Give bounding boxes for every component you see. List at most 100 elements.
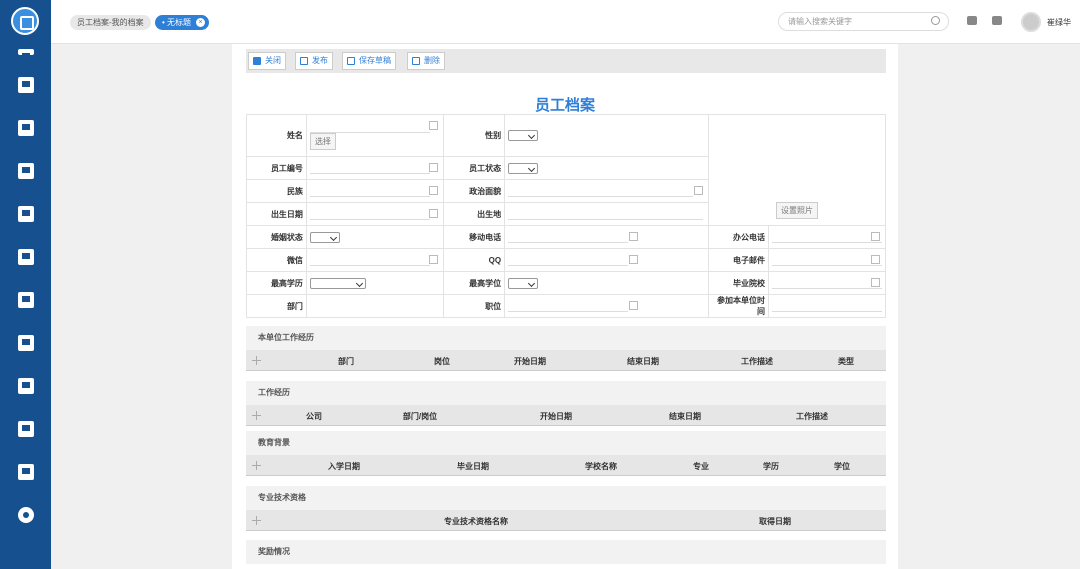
screen-icon[interactable] xyxy=(0,411,51,447)
user-settings-icon[interactable] xyxy=(0,196,51,232)
school-field[interactable] xyxy=(768,271,886,295)
emp-no-label: 员工编号 xyxy=(246,156,307,180)
birthplace-label: 出生地 xyxy=(442,202,506,226)
monitor-icon[interactable] xyxy=(0,239,51,275)
page-title: 员工档案 xyxy=(534,97,595,114)
save-icon xyxy=(347,57,355,65)
education-label: 最高学历 xyxy=(246,271,307,295)
table-header: 部门 岗位 开始日期 结束日期 工作描述 类型 xyxy=(246,350,886,371)
search-icon[interactable] xyxy=(931,16,940,25)
marital-select[interactable] xyxy=(305,225,444,249)
section-title: 本单位工作经历 xyxy=(246,326,886,350)
checkbox-icon[interactable] xyxy=(871,232,880,241)
section-title: 奖励情况 xyxy=(246,540,886,564)
section-internal-work: 本单位工作经历 部门 岗位 开始日期 结束日期 工作描述 类型 xyxy=(246,326,886,371)
marital-label: 婚姻状态 xyxy=(246,225,307,249)
save-draft-button[interactable]: 保存草稿 xyxy=(342,52,396,70)
position-label: 职位 xyxy=(442,294,506,318)
add-row-icon[interactable] xyxy=(251,515,262,526)
gender-select[interactable] xyxy=(504,114,710,157)
emp-no-field[interactable] xyxy=(305,156,444,180)
section-work-history: 工作经历 公司 部门/岗位 开始日期 结束日期 工作描述 xyxy=(246,381,886,426)
tab-my-archive[interactable]: 员工档案-我的档案 xyxy=(70,15,151,30)
name-label: 姓名 xyxy=(246,114,307,157)
name-field[interactable]: 选择 xyxy=(305,114,444,157)
panel-icon[interactable] xyxy=(0,325,51,361)
political-field[interactable] xyxy=(504,179,710,203)
photo-area: 设置照片 xyxy=(708,114,886,226)
grid-icon[interactable] xyxy=(0,282,51,318)
add-row-icon[interactable] xyxy=(251,410,262,421)
position-field[interactable] xyxy=(504,294,710,318)
tab-untitled[interactable]: • 无标题 × xyxy=(155,15,210,30)
school-label: 毕业院校 xyxy=(708,271,769,295)
email-label: 电子邮件 xyxy=(708,248,769,272)
ethnicity-field[interactable] xyxy=(305,179,444,203)
dept-label: 部门 xyxy=(246,294,307,318)
emp-status-select[interactable] xyxy=(504,156,710,180)
checkbox-icon[interactable] xyxy=(694,186,704,195)
gear-icon[interactable] xyxy=(0,497,51,533)
publish-button[interactable]: 发布 xyxy=(295,52,333,70)
sidebar xyxy=(0,0,51,569)
checkbox-icon[interactable] xyxy=(428,121,438,130)
add-row-icon[interactable] xyxy=(251,355,262,366)
section-title: 专业技术资格 xyxy=(246,486,886,510)
add-row-icon[interactable] xyxy=(251,460,262,471)
ethnicity-label: 民族 xyxy=(246,179,307,203)
checkbox-icon[interactable] xyxy=(629,255,639,264)
email-field[interactable] xyxy=(768,248,886,272)
gender-label: 性别 xyxy=(442,114,506,157)
section-title: 工作经历 xyxy=(246,381,886,405)
app-logo-icon[interactable] xyxy=(11,7,39,35)
avatar[interactable] xyxy=(1021,12,1041,32)
checkbox-icon[interactable] xyxy=(629,301,639,310)
table-header: 入学日期 毕业日期 学校名称 专业 学历 学位 xyxy=(246,455,886,476)
close-icon xyxy=(253,57,261,65)
section-education: 教育背景 入学日期 毕业日期 学校名称 专业 学历 学位 xyxy=(246,431,886,476)
political-label: 政治面貌 xyxy=(442,179,506,203)
checkbox-icon[interactable] xyxy=(428,186,438,195)
birth-date-field[interactable] xyxy=(305,202,444,226)
menu-icon[interactable] xyxy=(0,34,51,70)
username[interactable]: 崔绿华 xyxy=(1047,17,1071,28)
org-chart-icon[interactable] xyxy=(0,454,51,490)
close-button[interactable]: 关闭 xyxy=(248,52,286,70)
publish-icon xyxy=(300,57,308,65)
wechat-label: 微信 xyxy=(246,248,307,272)
wechat-field[interactable] xyxy=(305,248,444,272)
emp-status-label: 员工状态 xyxy=(442,156,506,180)
section-title: 教育背景 xyxy=(246,431,886,455)
search-input[interactable]: 请输入搜索关键字 xyxy=(778,12,949,31)
dept-field[interactable] xyxy=(305,294,444,318)
qq-field[interactable] xyxy=(504,248,710,272)
join-date-field[interactable] xyxy=(768,294,886,318)
employee-form: 姓名 选择 性别 设置照片 员工编号 员工状态 民族 政治面貌 出生日期 出生地 xyxy=(246,114,886,318)
checkbox-icon[interactable] xyxy=(428,255,438,264)
chart-icon[interactable] xyxy=(0,368,51,404)
checkbox-icon[interactable] xyxy=(629,232,639,241)
contacts-icon[interactable] xyxy=(0,67,51,103)
birthplace-field[interactable] xyxy=(504,202,710,226)
close-tab-icon[interactable]: × xyxy=(196,18,206,27)
delete-button[interactable]: 删除 xyxy=(407,52,445,70)
mobile-field[interactable] xyxy=(504,225,710,249)
degree-label: 最高学位 xyxy=(442,271,506,295)
checkbox-icon[interactable] xyxy=(871,255,880,264)
message-icon[interactable] xyxy=(967,16,977,25)
news-icon[interactable] xyxy=(0,110,51,146)
calendar-icon[interactable] xyxy=(0,153,51,189)
education-select[interactable] xyxy=(305,271,444,295)
office-phone-field[interactable] xyxy=(768,225,886,249)
checkbox-icon[interactable] xyxy=(871,278,880,287)
calendar-icon[interactable] xyxy=(428,209,438,218)
office-phone-label: 办公电话 xyxy=(708,225,769,249)
table-header: 专业技术资格名称 取得日期 xyxy=(246,510,886,531)
checkbox-icon[interactable] xyxy=(428,163,438,172)
table-header: 公司 部门/岗位 开始日期 结束日期 工作描述 xyxy=(246,405,886,426)
skin-icon[interactable] xyxy=(992,16,1002,25)
degree-select[interactable] xyxy=(504,271,710,295)
select-button[interactable]: 选择 xyxy=(309,133,336,150)
set-photo-button[interactable]: 设置照片 xyxy=(776,202,818,219)
top-bar: 员工档案-我的档案 • 无标题 × 请输入搜索关键字 崔绿华 xyxy=(51,0,1080,44)
